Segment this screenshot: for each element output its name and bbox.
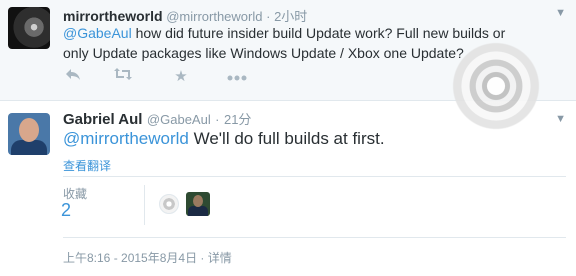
tweet-timestamp-row: 上午8:16 - 2015年8月4日 · 详情 xyxy=(63,249,232,266)
favorites-count[interactable]: 2 xyxy=(61,200,71,221)
tweet-timestamp[interactable]: 上午8:16 - 2015年8月4日 xyxy=(63,251,197,265)
chevron-down-icon[interactable]: ▼ xyxy=(555,7,566,19)
divider xyxy=(63,176,566,177)
reply-icon[interactable] xyxy=(62,67,84,87)
details-link[interactable]: 详情 xyxy=(208,251,232,265)
avatar-gabeaul[interactable] xyxy=(8,113,50,155)
favorite-star-icon[interactable]: ★ xyxy=(170,67,192,87)
retweet-icon[interactable] xyxy=(112,67,134,87)
favoriter-avatar[interactable] xyxy=(186,192,210,216)
author-name[interactable]: mirrortheworld xyxy=(63,8,163,24)
mention-link[interactable]: @GabeAul xyxy=(63,25,132,41)
translate-link[interactable]: 查看翻译 xyxy=(63,157,111,174)
divider xyxy=(144,185,145,225)
loading-swirl-overlay xyxy=(452,42,540,130)
more-icon[interactable] xyxy=(226,67,248,87)
separator-dot: · xyxy=(266,9,271,24)
author-handle[interactable]: @mirrortheworld xyxy=(166,9,262,24)
separator-dot: · xyxy=(215,112,220,127)
tweet-body: We'll do full builds at first. xyxy=(188,129,385,148)
divider xyxy=(63,237,566,238)
separator-dot: · xyxy=(197,251,208,265)
tweet-time[interactable]: 2小时 xyxy=(274,9,307,24)
tweet-time[interactable]: 21分 xyxy=(224,112,251,127)
mention-link[interactable]: @mirrortheworld xyxy=(63,129,189,148)
favoriter-avatar[interactable] xyxy=(159,194,179,214)
author-name[interactable]: Gabriel Aul xyxy=(63,111,142,128)
chevron-down-icon[interactable]: ▼ xyxy=(555,113,566,125)
tweet-text: @mirrortheworld We'll do full builds at … xyxy=(63,128,385,150)
author-handle[interactable]: @GabeAul xyxy=(147,112,211,127)
tweet-in-reply-to[interactable]: mirrortheworld @mirrortheworld · 2小时 ▼ @… xyxy=(0,0,576,130)
tweet-header: Gabriel Aul @GabeAul · 21分 xyxy=(63,109,251,129)
avatar-mirrortheworld[interactable] xyxy=(8,7,50,49)
